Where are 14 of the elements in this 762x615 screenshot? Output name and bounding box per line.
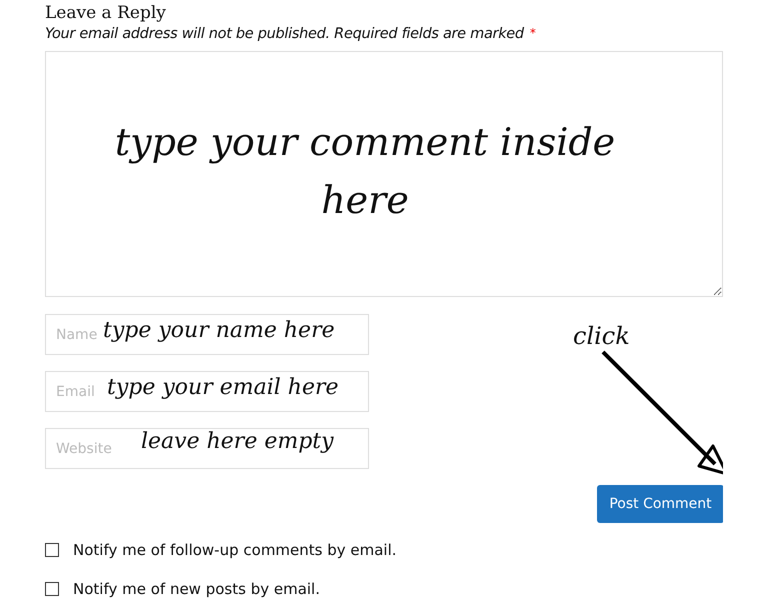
notice-text: Your email address will not be published. Required fields are marked [45,26,524,42]
handwritten-note: type your name here [103,318,335,343]
handwritten-note: type your email here [107,375,339,400]
option-label: Notify me of follow-up comments by email. [73,541,397,559]
option-label: Notify me of new posts by email. [73,580,320,598]
handwritten-note: type your comment inside here [114,119,616,224]
checkbox[interactable] [45,582,59,596]
comment-field[interactable] [45,51,723,297]
section-heading: Leave a Reply [45,2,167,24]
handwritten-note: leave here empty [141,429,334,454]
required-mark: * [530,26,536,40]
checkbox[interactable] [45,543,59,557]
post-comment-button[interactable]: Post Comment [597,485,723,523]
handwritten-note: click [573,322,630,350]
